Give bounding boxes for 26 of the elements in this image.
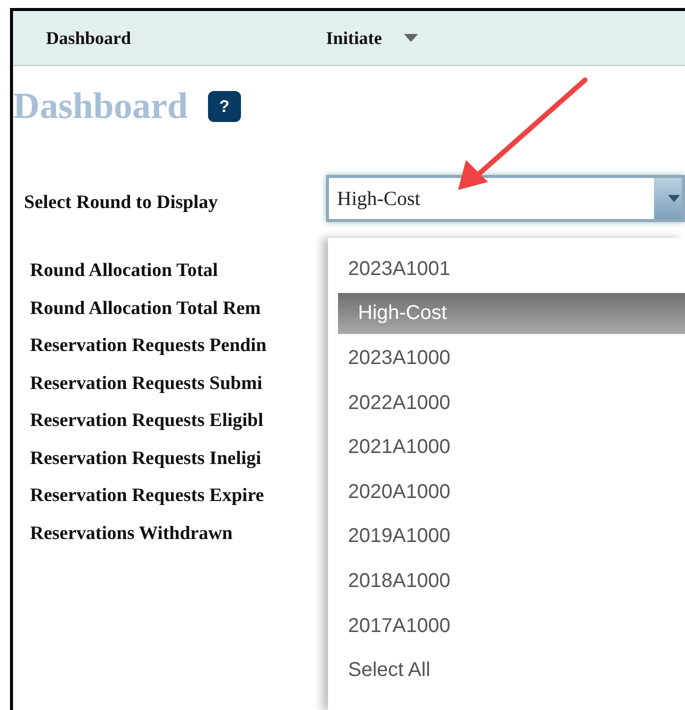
help-button[interactable]: ? bbox=[208, 91, 241, 122]
stat-label: Reservations Withdrawn bbox=[30, 522, 233, 546]
stat-label: Reservation Requests Expire bbox=[30, 484, 264, 508]
stat-label: Round Allocation Total bbox=[30, 259, 218, 283]
stat-label: Reservation Requests Pendin bbox=[30, 334, 266, 358]
caret-icon bbox=[404, 34, 418, 42]
dropdown-option[interactable]: 2023A1000 bbox=[328, 337, 685, 379]
dropdown-option[interactable]: 2019A1000 bbox=[328, 516, 685, 558]
field-label: Select Round to Display bbox=[24, 191, 219, 215]
stat-label: Round Allocation Total Rem bbox=[30, 296, 261, 320]
dropdown-option[interactable]: Select All bbox=[328, 649, 685, 691]
nav-link[interactable]: Initiate bbox=[326, 24, 382, 52]
select-value: High-Cost bbox=[336, 186, 422, 212]
dropdown-option[interactable]: 2021A1000 bbox=[328, 426, 685, 468]
dropdown-option[interactable]: 2023A1001 bbox=[328, 248, 685, 290]
dropdown-option[interactable]: 2017A1000 bbox=[328, 604, 685, 646]
nav-link[interactable]: Dashboard bbox=[46, 24, 132, 52]
dropdown-option[interactable]: 2018A1000 bbox=[328, 560, 685, 602]
caret-icon bbox=[668, 195, 680, 202]
page-title: Dashboard bbox=[13, 88, 188, 125]
round-select[interactable]: High-Cost bbox=[326, 175, 685, 222]
stat-label: Reservation Requests Eligibl bbox=[30, 409, 264, 433]
dropdown-option[interactable]: 2020A1000 bbox=[328, 470, 685, 513]
stat-label: Reservation Requests Submi bbox=[30, 372, 262, 396]
stat-label: Reservation Requests Ineligi bbox=[30, 446, 262, 470]
dropdown-option[interactable]: 2022A1000 bbox=[328, 382, 685, 424]
